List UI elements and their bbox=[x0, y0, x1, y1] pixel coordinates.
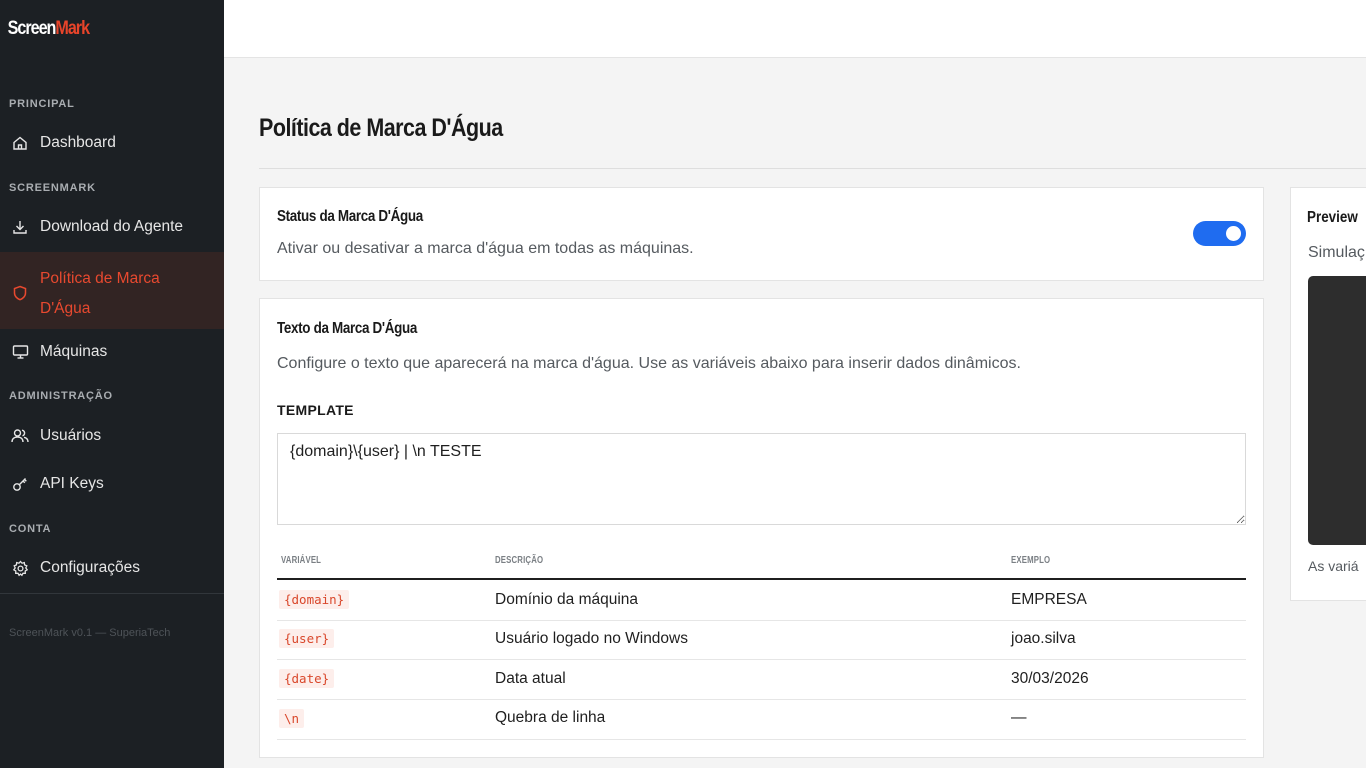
column-header-example: EXEMPLO bbox=[1011, 555, 1051, 566]
home-icon bbox=[10, 133, 30, 153]
sidebar-item-label: Configurações bbox=[40, 559, 140, 576]
title-divider bbox=[259, 168, 1366, 169]
preview-screen bbox=[1308, 276, 1366, 545]
sidebar-item-label: Dashboard bbox=[40, 134, 116, 151]
sidebar-divider bbox=[0, 593, 224, 594]
variable-example: 30/03/2026 bbox=[1011, 670, 1089, 687]
shield-icon bbox=[10, 283, 30, 303]
gear-icon bbox=[10, 558, 30, 578]
variable-code: {user} bbox=[279, 629, 335, 648]
preview-subtitle: Simulaç bbox=[1308, 244, 1365, 261]
variable-code: \n bbox=[279, 709, 305, 728]
variable-description: Domínio da máquina bbox=[495, 591, 639, 608]
text-card-description: Configure o texto que aparecerá na marca… bbox=[277, 355, 1021, 372]
variable-code: {domain} bbox=[279, 590, 350, 609]
sidebar: Screen Mark PRINCIPAL Dashboard SCREENMAR… bbox=[0, 0, 224, 768]
sidebar-item-label: Download do Agente bbox=[40, 218, 184, 235]
sidebar-item-label: Política de Marca D'Água bbox=[40, 270, 160, 317]
variable-description: Data atual bbox=[495, 670, 566, 687]
sidebar-item-dashboard[interactable]: Dashboard bbox=[0, 128, 224, 158]
preview-title: Preview bbox=[1307, 209, 1358, 226]
sidebar-item-machines[interactable]: Máquinas bbox=[0, 337, 224, 367]
variable-example: joao.silva bbox=[1011, 630, 1076, 647]
toggle-knob bbox=[1226, 226, 1241, 241]
status-card bbox=[259, 187, 1264, 281]
monitor-icon bbox=[10, 342, 30, 362]
sidebar-item-settings[interactable]: Configurações bbox=[0, 553, 224, 583]
preview-footer: As variá bbox=[1308, 558, 1359, 574]
text-card-title: Texto da Marca D'Água bbox=[277, 320, 418, 337]
sidebar-item-label: Usuários bbox=[40, 427, 102, 444]
column-header-description: DESCRIÇÃO bbox=[495, 555, 544, 566]
template-textarea[interactable] bbox=[277, 433, 1246, 525]
variable-code: {date} bbox=[279, 669, 335, 688]
sidebar-item-download-agent[interactable]: Download do Agente bbox=[0, 212, 224, 242]
table-row-divider bbox=[277, 659, 1246, 660]
status-card-description: Ativar ou desativar a marca d'água em to… bbox=[277, 240, 694, 257]
section-conta: CONTA bbox=[9, 523, 52, 535]
section-screenmark: SCREENMARK bbox=[9, 182, 96, 194]
users-icon bbox=[10, 426, 30, 446]
variable-example: EMPRESA bbox=[1011, 591, 1087, 608]
column-header-variable: VARIÁVEL bbox=[281, 555, 322, 566]
sidebar-item-label: API Keys bbox=[40, 475, 104, 492]
download-icon bbox=[10, 217, 30, 237]
variable-example: — bbox=[1011, 709, 1027, 726]
table-row-divider bbox=[277, 699, 1246, 700]
sidebar-item-label: Máquinas bbox=[40, 343, 108, 360]
sidebar-item-watermark-policy[interactable]: Política de Marca D'Água bbox=[0, 252, 224, 329]
watermark-status-toggle[interactable] bbox=[1193, 221, 1246, 246]
section-administracao: ADMINISTRAÇÃO bbox=[9, 390, 113, 402]
logo-text-mark: Mark bbox=[55, 18, 90, 39]
table-row-divider bbox=[277, 620, 1246, 621]
page-title: Política de Marca D'Água bbox=[259, 114, 503, 142]
app-logo[interactable]: Screen Mark bbox=[0, 0, 190, 58]
table-header-divider bbox=[277, 578, 1246, 580]
sidebar-item-api-keys[interactable]: API Keys bbox=[0, 469, 224, 499]
section-principal: PRINCIPAL bbox=[9, 98, 75, 110]
key-icon bbox=[10, 474, 30, 494]
template-label: TEMPLATE bbox=[277, 402, 354, 418]
logo-text-screen: Screen bbox=[7, 18, 57, 39]
variable-description: Quebra de linha bbox=[495, 709, 606, 726]
app-version: ScreenMark v0.1 — SuperiaTech bbox=[9, 627, 171, 639]
top-bar bbox=[224, 0, 1366, 58]
variable-description: Usuário logado no Windows bbox=[495, 630, 688, 647]
status-card-title: Status da Marca D'Água bbox=[277, 208, 423, 225]
sidebar-item-users[interactable]: Usuários bbox=[0, 421, 224, 451]
table-row-divider bbox=[277, 739, 1246, 740]
